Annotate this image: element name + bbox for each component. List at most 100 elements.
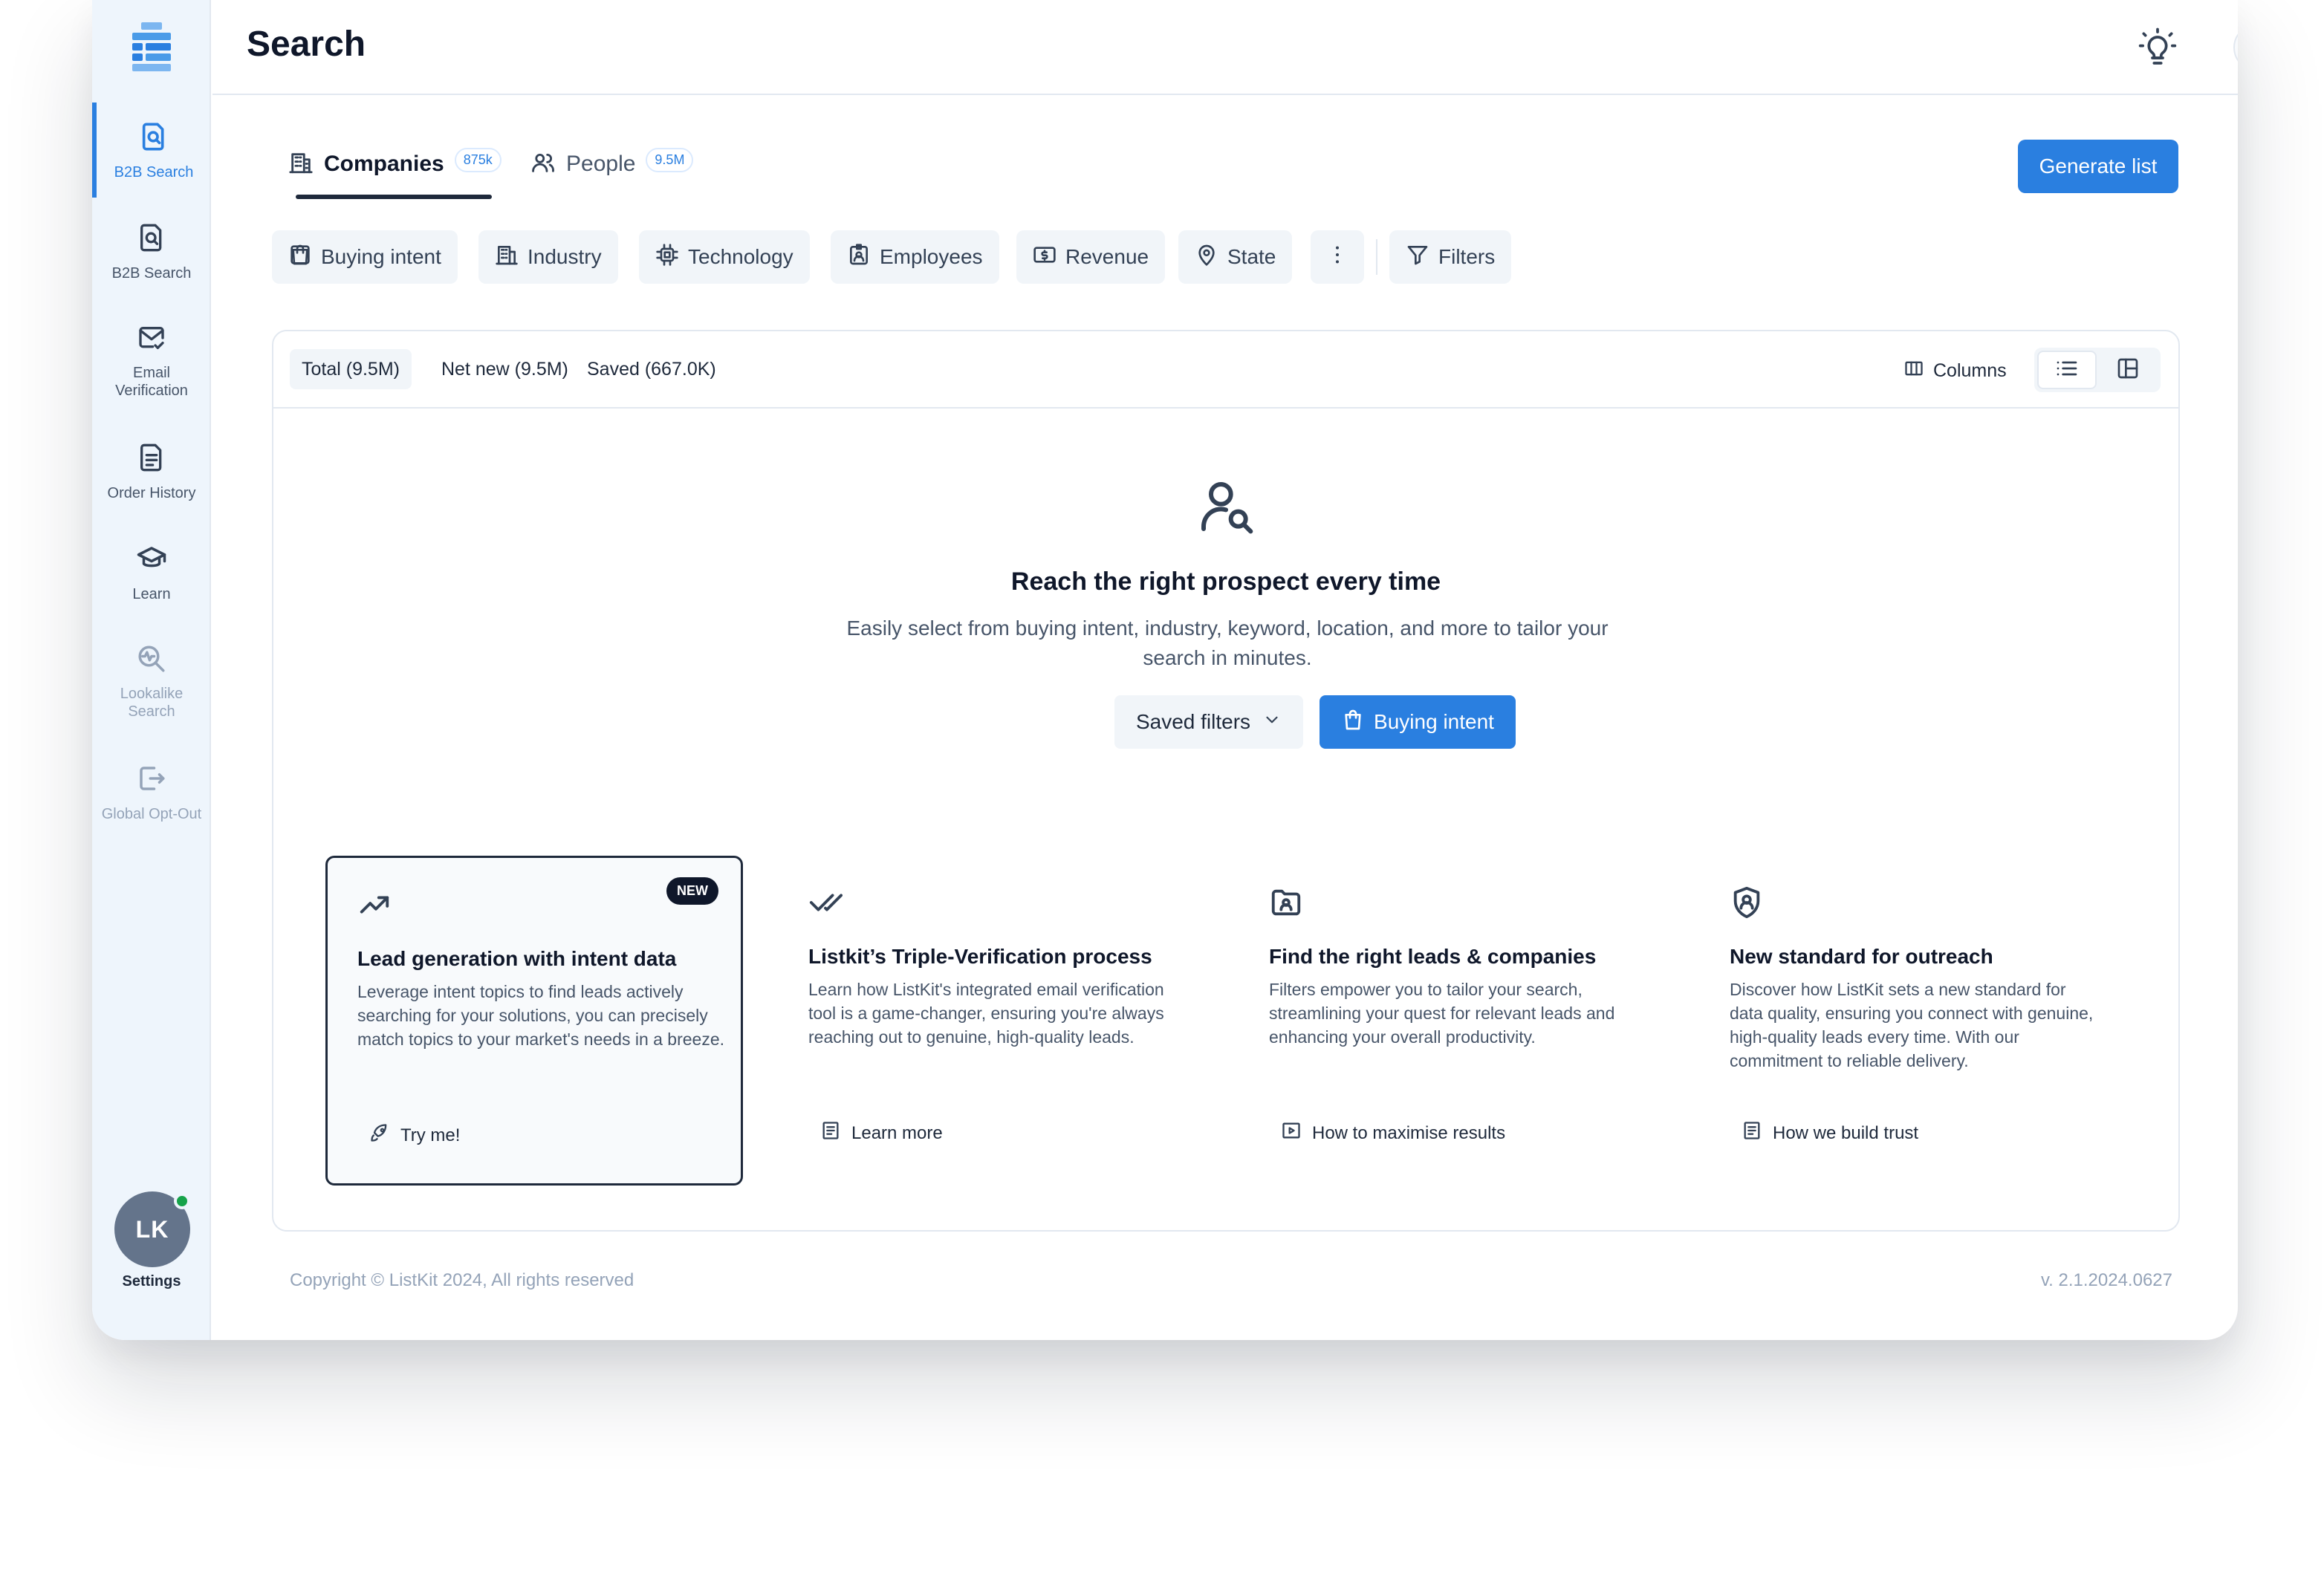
- new-badge: NEW: [666, 877, 718, 905]
- theme-toggle[interactable]: [2233, 24, 2238, 71]
- shield-user-icon: [1730, 885, 1765, 921]
- feature-card-intent-data[interactable]: NEW Lead generation with intent data Lev…: [325, 856, 743, 1186]
- view-toggle: [2034, 348, 2161, 392]
- tab-companies[interactable]: Companies 875k: [288, 146, 502, 183]
- feature-card-outreach-standard: New standard for outreach Discover how L…: [1700, 856, 2117, 1186]
- copyright-text: Copyright © ListKit 2024, All rights res…: [290, 1270, 634, 1290]
- graduation-cap-icon: [135, 542, 168, 575]
- chip-icon: [655, 243, 679, 272]
- feature-card-triple-verification: Listkit’s Triple-Verification process Le…: [779, 856, 1196, 1186]
- sidebar-item-label: Email Verification: [115, 365, 188, 399]
- columns-label: Columns: [1933, 360, 2007, 381]
- shopping-bag-icon: [1341, 708, 1365, 737]
- filter-buying-intent[interactable]: Buying intent: [272, 230, 458, 284]
- sidebar-item-label: Order History: [107, 485, 196, 501]
- results-panel: Total (9.5M) Net new (9.5M) Saved (667.0…: [272, 330, 2180, 1232]
- building-icon: [495, 243, 519, 272]
- funnel-icon: [1406, 243, 1429, 272]
- search-document-icon: [135, 221, 168, 254]
- buying-intent-label: Buying intent: [1374, 710, 1494, 733]
- columns-button[interactable]: Columns: [1903, 352, 2007, 389]
- count-badge: 9.5M: [646, 147, 694, 172]
- article-icon: [1742, 1120, 1762, 1146]
- settings-link[interactable]: Settings: [92, 1273, 211, 1290]
- card-title: New standard for outreach: [1730, 945, 1993, 968]
- double-check-icon: [808, 885, 844, 921]
- card-description: Learn how ListKit's integrated email ver…: [808, 980, 1164, 1047]
- count-badge: 875k: [454, 147, 502, 172]
- more-filters-button[interactable]: [1311, 230, 1364, 284]
- net-new-count-tab[interactable]: Net new (9.5M): [429, 349, 580, 389]
- lookalike-search-icon: [135, 643, 168, 674]
- card-description: Filters empower you to tailor your searc…: [1269, 980, 1615, 1047]
- sidebar-item-learn[interactable]: Learn: [92, 524, 211, 619]
- filter-technology[interactable]: Technology: [639, 230, 810, 284]
- columns-icon: [1903, 358, 1924, 384]
- sidebar-item-lookalike-search[interactable]: Lookalike Search: [92, 625, 211, 721]
- listkit-logo[interactable]: [129, 22, 174, 71]
- mail-check-icon: [135, 322, 168, 354]
- id-badge-icon: [847, 243, 871, 272]
- sidebar-item-label: B2B Search: [111, 265, 192, 282]
- filter-industry[interactable]: Industry: [478, 230, 618, 284]
- filters-button[interactable]: Filters: [1389, 230, 1512, 284]
- total-count-tab[interactable]: Total (9.5M): [290, 349, 412, 389]
- version-text: v. 2.1.2024.0627: [2040, 1270, 2172, 1290]
- generate-list-button[interactable]: Generate list: [2018, 140, 2178, 193]
- sidebar-item-label: B2B Search: [114, 164, 194, 181]
- tab-people[interactable]: People 9.5M: [530, 146, 694, 183]
- filter-employees[interactable]: Employees: [831, 230, 999, 284]
- saved-count-tab[interactable]: Saved (667.0K): [575, 349, 728, 389]
- card-description: Discover how ListKit sets a new standard…: [1730, 980, 2094, 1070]
- page-title: Search: [247, 25, 366, 64]
- sidebar-item-b2b-search[interactable]: B2B Search: [92, 204, 211, 299]
- filter-label: Technology: [688, 245, 793, 268]
- map-pin-icon: [1195, 243, 1218, 272]
- card-title: Lead generation with intent data: [357, 947, 677, 970]
- filter-divider: [1376, 239, 1377, 275]
- shopping-bag-icon: [288, 243, 312, 272]
- sidebar-item-global-opt-out[interactable]: Global Opt-Out: [92, 744, 211, 839]
- layout-icon: [2116, 357, 2140, 384]
- online-status-dot: [174, 1193, 190, 1209]
- sidebar-item-label: Lookalike Search: [120, 686, 184, 720]
- filter-label: Buying intent: [321, 245, 441, 268]
- sidebar-item-label: Global Opt-Out: [101, 806, 202, 822]
- top-header: Search: [212, 0, 2238, 95]
- card-link-label: How we build trust: [1773, 1122, 1919, 1143]
- sidebar-item-b2b-search-active[interactable]: B2B Search: [92, 103, 211, 198]
- building-icon: [288, 150, 314, 179]
- card-link-label: Learn more: [851, 1122, 943, 1143]
- document-list-icon: [135, 441, 168, 474]
- filter-label: Employees: [880, 245, 983, 268]
- list-view-button[interactable]: [2037, 351, 2097, 389]
- filter-state[interactable]: State: [1178, 230, 1293, 284]
- list-icon: [2055, 357, 2079, 384]
- filter-revenue[interactable]: Revenue: [1016, 230, 1166, 284]
- filter-label: Revenue: [1065, 245, 1149, 268]
- user-search-icon: [1196, 477, 1256, 536]
- how-to-maximise-link[interactable]: How to maximise results: [1281, 1120, 1505, 1146]
- video-play-icon: [1281, 1120, 1302, 1146]
- saved-filters-dropdown[interactable]: Saved filters: [1114, 695, 1303, 749]
- learn-more-link[interactable]: Learn more: [820, 1120, 943, 1146]
- feature-card-right-leads: Find the right leads & companies Filters…: [1239, 856, 1657, 1186]
- filter-label: Filters: [1438, 245, 1496, 268]
- lightbulb-icon[interactable]: [2137, 27, 2178, 68]
- tab-label: People: [566, 152, 636, 176]
- sidebar-item-order-history[interactable]: Order History: [92, 423, 211, 518]
- try-me-link[interactable]: Try me!: [369, 1122, 460, 1148]
- users-icon: [530, 150, 556, 179]
- app-window: B2B Search B2B Search Email Verification…: [92, 0, 2238, 1340]
- card-title: Find the right leads & companies: [1269, 945, 1597, 968]
- empty-state-description: Easily select from buying intent, indust…: [846, 617, 1609, 669]
- sidebar-item-label: Learn: [132, 586, 171, 602]
- card-link-label: How to maximise results: [1312, 1122, 1506, 1143]
- sidebar: B2B Search B2B Search Email Verification…: [92, 0, 211, 1340]
- how-we-build-trust-link[interactable]: How we build trust: [1742, 1120, 1918, 1146]
- buying-intent-button[interactable]: Buying intent: [1320, 695, 1516, 749]
- trending-up-icon: [357, 888, 393, 923]
- sidebar-item-email-verification[interactable]: Email Verification: [92, 305, 211, 400]
- grid-view-button[interactable]: [2098, 351, 2158, 389]
- chevron-down-icon: [1262, 710, 1282, 735]
